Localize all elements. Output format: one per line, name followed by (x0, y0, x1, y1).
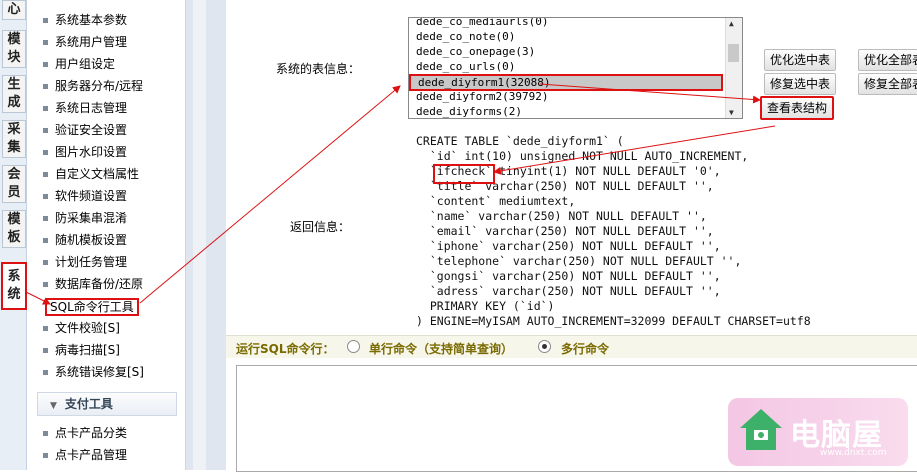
arrow-tab-to-menu (25, 291, 51, 305)
arrow-button-to-ifcheck (493, 125, 776, 175)
annotation-arrows (25, 83, 776, 305)
arrow-option-to-button (539, 83, 761, 104)
arrow-menu-to-table (139, 85, 401, 304)
